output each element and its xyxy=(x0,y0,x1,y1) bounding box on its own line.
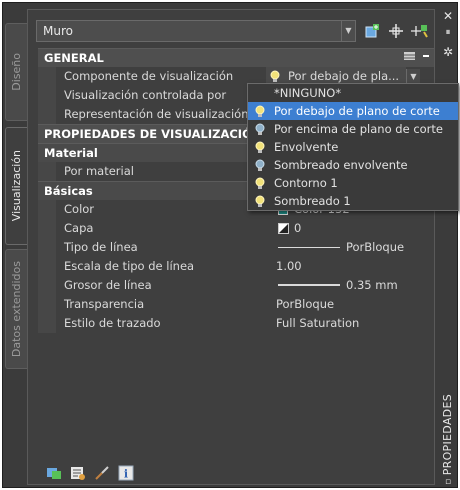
dropdown-item-label: Contorno 1 xyxy=(274,176,338,190)
display-component-dropdown: *NINGUNO* Por debajo de plano de corte P… xyxy=(247,83,459,211)
prop-name: Componente de visualización xyxy=(64,69,234,83)
bulb-icon xyxy=(270,70,280,82)
dropdown-item-label: Envolvente xyxy=(274,140,339,154)
prop-grosor-linea[interactable]: Grosor de línea 0.35 mm xyxy=(38,276,434,295)
prop-value: Full Saturation xyxy=(276,316,360,330)
dropdown-item[interactable]: Sombreado envolvente xyxy=(248,156,458,174)
prop-capa[interactable]: Capa 0 xyxy=(38,219,434,238)
tab-visualizacion[interactable]: Visualización xyxy=(5,127,27,245)
lineweight-preview xyxy=(278,284,340,286)
top-toolbar: Muro ▼ xyxy=(36,20,434,42)
linetype-preview xyxy=(278,247,340,248)
row-gutter xyxy=(38,238,56,257)
object-type-select[interactable]: Muro ▼ xyxy=(36,20,356,42)
row-gutter xyxy=(38,295,56,314)
dropdown-item[interactable]: Envolvente xyxy=(248,138,458,156)
prop-escala-tipo-linea[interactable]: Escala de tipo de línea 1.00 xyxy=(38,257,434,276)
settings-icon[interactable]: ✲ xyxy=(441,45,455,59)
prop-name: Transparencia xyxy=(64,297,145,311)
bulb-off-icon xyxy=(255,123,265,135)
category-general-label: GENERAL xyxy=(44,51,104,65)
grid-list-icon[interactable] xyxy=(404,50,430,62)
row-gutter xyxy=(38,257,56,276)
row-gutter xyxy=(38,200,56,219)
dropdown-item[interactable]: *NINGUNO* xyxy=(248,84,458,102)
bulb-off-icon xyxy=(255,159,265,171)
dropdown-item[interactable]: Por encima de plano de corte xyxy=(248,120,458,138)
prop-value: PorBloque xyxy=(276,238,404,257)
prop-transparencia[interactable]: Transparencia PorBloque xyxy=(38,295,434,314)
brush-icon[interactable] xyxy=(94,465,110,481)
chevron-down-icon[interactable]: ▼ xyxy=(406,69,420,84)
dropdown-item[interactable]: Sombreado 1 xyxy=(248,192,458,210)
bulb-icon xyxy=(255,195,265,207)
prop-name: Por material xyxy=(64,164,134,178)
prop-name: Escala de tipo de línea xyxy=(64,259,195,273)
dropdown-item-label: Sombreado 1 xyxy=(274,194,351,208)
svg-text:i: i xyxy=(124,468,128,481)
category-general[interactable]: GENERAL xyxy=(38,48,434,67)
row-gutter xyxy=(38,276,56,295)
row-gutter xyxy=(38,162,56,181)
style-manager-icon[interactable] xyxy=(70,465,86,481)
dropdown-item-selected[interactable]: Por debajo de plano de corte xyxy=(248,102,458,120)
dropdown-item-label: Por encima de plano de corte xyxy=(274,122,443,136)
bulb-icon xyxy=(255,105,265,117)
tab-diseno-label: Diseño xyxy=(10,53,23,91)
dropdown-item-label: Por debajo de plano de corte xyxy=(274,104,440,118)
palette-title-label: PROPIEDADES xyxy=(440,394,454,476)
row-gutter xyxy=(38,219,56,238)
prop-value: Por debajo de pla... xyxy=(288,69,400,83)
object-type-value: Muro xyxy=(43,24,73,38)
row-gutter xyxy=(38,314,56,333)
layer-icon xyxy=(278,223,289,234)
prop-name: Tipo de línea xyxy=(64,240,138,254)
chevron-down-icon[interactable]: ▼ xyxy=(341,21,355,41)
dropdown-item-label: Sombreado envolvente xyxy=(274,158,408,172)
prop-value-text: PorBloque xyxy=(346,240,405,254)
tab-datos-extendidos[interactable]: Datos extendidos xyxy=(5,249,27,369)
prop-value: 0 xyxy=(276,219,301,238)
prop-name: Grosor de línea xyxy=(64,278,152,292)
tab-datos-extendidos-label: Datos extendidos xyxy=(10,260,23,358)
properties-main-panel: Muro ▼ GENERAL Componente de visualizaci… xyxy=(27,9,435,485)
row-gutter xyxy=(38,86,56,105)
row-gutter xyxy=(38,105,56,124)
prop-value: 0.35 mm xyxy=(276,276,398,295)
dropdown-item-label: *NINGUNO* xyxy=(274,86,342,100)
prop-name: Representación de visualización xyxy=(64,107,249,121)
prop-value: 1.00 xyxy=(276,259,302,273)
category-basicas-label: Básicas xyxy=(44,184,93,198)
prop-value-text: 0.35 mm xyxy=(346,278,398,292)
properties-palette: Diseño Visualización Datos extendidos Mu… xyxy=(2,2,459,488)
row-gutter xyxy=(38,67,56,86)
prop-value: PorBloque xyxy=(276,297,335,311)
prop-tipo-linea[interactable]: Tipo de línea PorBloque xyxy=(38,238,434,257)
prop-value-text: 0 xyxy=(294,221,302,235)
tab-visualizacion-label: Visualización xyxy=(10,150,23,222)
prop-name: Color xyxy=(64,202,95,216)
quick-select-icon[interactable] xyxy=(410,20,430,42)
auto-hide-icon[interactable]: ⏸ xyxy=(441,27,455,38)
prop-estilo-trazado[interactable]: Estilo de trazado Full Saturation xyxy=(38,314,434,333)
resize-grip-icon[interactable]: ▫ xyxy=(441,477,455,487)
close-icon[interactable]: ✕ xyxy=(441,9,455,23)
category-general-controls xyxy=(404,49,430,68)
prop-name: Visualización controlada por xyxy=(64,88,227,102)
info-icon[interactable]: i xyxy=(118,465,134,481)
layer-properties-icon[interactable] xyxy=(46,465,62,481)
prop-name: Capa xyxy=(64,221,94,235)
dropdown-item[interactable]: Contorno 1 xyxy=(248,174,458,192)
category-material-label: Material xyxy=(44,146,98,160)
add-new-object-icon[interactable] xyxy=(362,20,382,42)
palette-title-strip: ✕ ⏸ ✲ PROPIEDADES ▫ xyxy=(437,7,457,487)
palette-title[interactable]: PROPIEDADES xyxy=(438,394,456,476)
select-objects-icon[interactable] xyxy=(386,20,406,42)
prop-name: Estilo de trazado xyxy=(64,316,161,330)
tab-diseno[interactable]: Diseño xyxy=(5,23,27,121)
bulb-icon xyxy=(255,177,265,189)
bulb-icon xyxy=(255,141,265,153)
